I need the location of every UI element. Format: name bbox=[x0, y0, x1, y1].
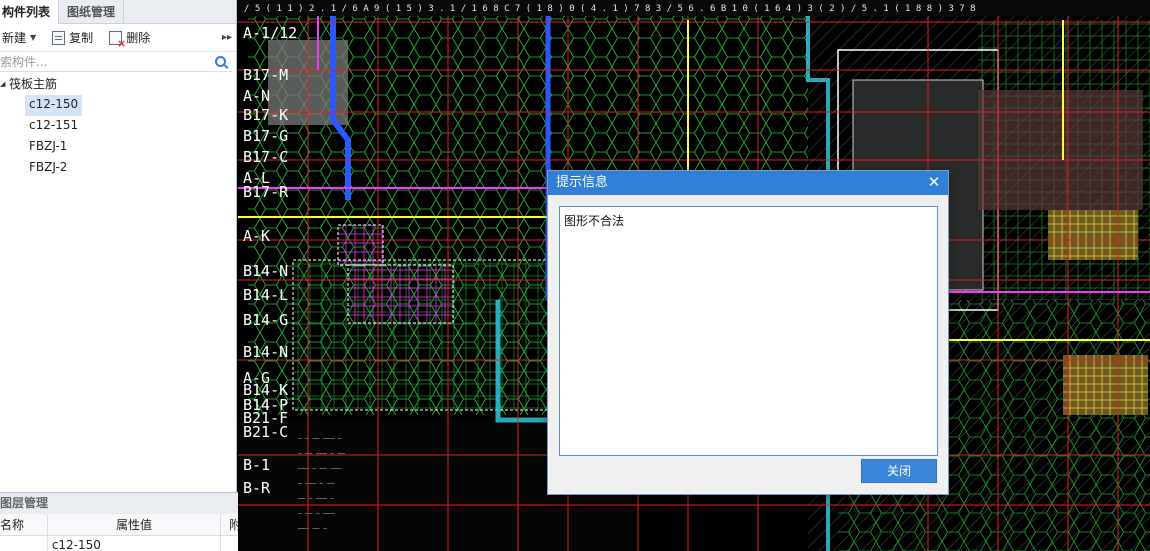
axis-label: A-1/12 bbox=[243, 24, 297, 42]
axis-label: B17-R bbox=[243, 183, 289, 201]
svg-text:— —— — ———: — —— — ——— bbox=[298, 510, 335, 517]
tree-item-fbzj-1[interactable]: FBZJ-1 bbox=[25, 137, 71, 158]
table-cell-name bbox=[0, 536, 48, 551]
chevron-down-icon[interactable]: ▼ bbox=[30, 33, 36, 42]
tree-root-label: 筏板主筋 bbox=[9, 77, 58, 91]
dialog-title: 提示信息 bbox=[556, 175, 609, 190]
svg-text:— — —— ——— —: — — —— ——— — bbox=[298, 435, 342, 442]
axis-label: B17-G bbox=[243, 127, 288, 145]
delete-icon bbox=[109, 30, 126, 50]
tree-item-c12-151[interactable]: c12-151 bbox=[25, 116, 82, 137]
axis-label: B17-M bbox=[243, 66, 288, 84]
dialog-message-box: 图形不合法 bbox=[559, 206, 938, 456]
dialog-message: 图形不合法 bbox=[564, 214, 625, 228]
column-header-name[interactable]: 名称 bbox=[0, 514, 48, 535]
delete-button[interactable]: 删除 bbox=[109, 27, 156, 50]
svg-text:——— —— —: ——— —— — bbox=[298, 525, 327, 532]
new-button-label: 新建 bbox=[2, 31, 27, 45]
axis-label: B17-C bbox=[243, 148, 288, 166]
yellow-block-top bbox=[1048, 210, 1138, 260]
pink-block bbox=[347, 264, 454, 324]
svg-text:— —— ——— — ——: — —— ——— — —— bbox=[298, 450, 345, 457]
toolbar-overflow-icon[interactable]: ▸▸ bbox=[222, 32, 232, 43]
axis-label: B14-N bbox=[243, 343, 288, 361]
copy-icon bbox=[52, 30, 66, 45]
axis-label: B-R bbox=[243, 479, 271, 497]
pink-block-small bbox=[337, 224, 384, 266]
copy-button-label: 复制 bbox=[69, 31, 94, 45]
column-header-value[interactable]: 属性值 bbox=[48, 514, 222, 535]
axis-label: A-K bbox=[243, 227, 270, 245]
search-icon[interactable] bbox=[215, 56, 226, 67]
close-icon[interactable]: ✕ bbox=[926, 171, 942, 195]
panel-tabbar: 构件列表 图纸管理 bbox=[0, 0, 236, 24]
axis-label: B14-N bbox=[243, 262, 288, 280]
tree-item-c12-150[interactable]: c12-150 bbox=[25, 95, 83, 116]
collapse-triangle-icon[interactable]: ◢ bbox=[0, 74, 9, 95]
component-tree: ◢ 筏板主筋 c12-150 c12-151 FBZJ-1 FBZJ-2 bbox=[0, 72, 236, 179]
component-list-panel: 构件列表 图纸管理 新建 ▼ 复制 删除 ▸▸ ◢ 筏板主筋 c12-150 c… bbox=[0, 0, 237, 551]
layer-table-header: 名称 属性值 附加 bbox=[0, 514, 264, 536]
table-cell-value[interactable]: c12-150 bbox=[48, 536, 222, 551]
message-dialog: 提示信息 ✕ 图形不合法 关闭 bbox=[547, 170, 949, 495]
tab-component-list[interactable]: 构件列表 bbox=[0, 0, 60, 24]
axis-label: B21-C bbox=[243, 423, 288, 441]
axis-label: B-1 bbox=[243, 456, 270, 474]
search-input[interactable] bbox=[0, 52, 215, 71]
svg-text:/ 5 ( 1 1 ) 2 . 1 / 6 A 9 ( 1: / 5 ( 1 1 ) 2 . 1 / 6 A 9 ( 1 5 ) 3 . 1 … bbox=[244, 4, 976, 14]
component-toolbar: 新建 ▼ 复制 删除 ▸▸ bbox=[0, 24, 236, 52]
delete-button-label: 删除 bbox=[126, 31, 151, 45]
search-row bbox=[0, 52, 232, 72]
table-row[interactable]: c12-150 bbox=[0, 536, 264, 551]
yellow-block-bottom bbox=[1063, 355, 1148, 415]
copy-button[interactable]: 复制 bbox=[52, 27, 99, 49]
tab-drawing-manage[interactable]: 图纸管理 bbox=[59, 0, 125, 24]
tree-item-fbzj-2[interactable]: FBZJ-2 bbox=[25, 158, 71, 179]
svg-text:——— — —— ———: ——— — —— ——— bbox=[298, 465, 342, 472]
close-button[interactable]: 关闭 bbox=[861, 459, 937, 483]
dialog-title-bar[interactable]: 提示信息 ✕ bbox=[548, 171, 948, 195]
tree-root-node[interactable]: ◢ 筏板主筋 bbox=[0, 74, 236, 95]
new-button[interactable]: 新建 ▼ bbox=[0, 27, 42, 49]
axis-label: B14-G bbox=[243, 311, 288, 329]
layer-panel: 图层管理 ✕ 名称 属性值 附加 c12-150 bbox=[0, 492, 265, 551]
svg-text:—— — ——— —: —— — ——— — bbox=[298, 495, 335, 502]
axis-label: B17-K bbox=[243, 106, 288, 124]
axis-label: B14-L bbox=[243, 286, 288, 304]
axis-label: A-N bbox=[243, 87, 270, 105]
layer-panel-title-text: 图层管理 bbox=[0, 496, 49, 510]
layer-panel-title: 图层管理 ✕ bbox=[0, 493, 264, 514]
svg-text:— ——— — ——: — ——— — —— bbox=[298, 480, 335, 487]
